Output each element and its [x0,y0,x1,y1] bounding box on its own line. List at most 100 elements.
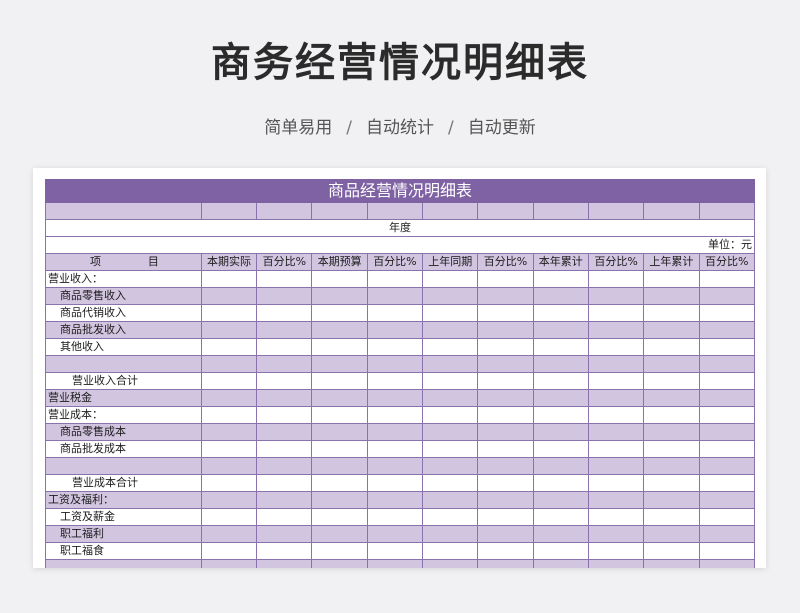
table-cell[interactable] [643,542,700,560]
table-cell[interactable] [587,457,645,475]
table-cell[interactable] [477,491,534,509]
table-cell[interactable] [256,474,313,492]
table-cell[interactable] [477,457,534,475]
table-cell[interactable] [422,270,479,288]
table-cell[interactable] [587,338,645,356]
table-cell[interactable] [366,457,424,475]
table-cell[interactable] [532,406,589,424]
table-cell[interactable] [587,202,645,220]
table-cell[interactable] [532,457,589,475]
table-cell[interactable] [698,457,756,475]
table-cell[interactable] [200,559,258,568]
table-cell[interactable] [422,491,479,509]
table-cell[interactable] [643,202,700,220]
table-cell[interactable] [366,321,424,339]
table-cell[interactable] [256,491,313,509]
table-cell[interactable] [200,406,258,424]
table-cell[interactable] [311,525,368,543]
table-cell[interactable] [587,304,645,322]
table-cell[interactable] [698,440,756,458]
table-cell[interactable] [311,440,368,458]
table-cell[interactable] [200,525,258,543]
table-cell[interactable] [698,559,756,568]
table-cell[interactable] [587,474,645,492]
table-cell[interactable] [587,440,645,458]
table-cell[interactable] [200,389,258,407]
table-cell[interactable] [422,372,479,390]
table-cell[interactable] [477,542,534,560]
table-cell[interactable] [256,457,313,475]
table-cell[interactable] [477,270,534,288]
table-cell[interactable] [311,457,368,475]
table-cell[interactable] [587,270,645,288]
table-cell[interactable] [311,321,368,339]
table-cell[interactable] [200,491,258,509]
table-cell[interactable] [532,508,589,526]
table-cell[interactable] [643,287,700,305]
table-cell[interactable] [587,321,645,339]
table-cell[interactable] [256,559,313,568]
table-cell[interactable] [200,372,258,390]
table-cell[interactable] [256,440,313,458]
table-cell[interactable] [366,559,424,568]
table-cell[interactable] [256,542,313,560]
table-cell[interactable] [698,202,756,220]
table-cell[interactable] [256,508,313,526]
table-cell[interactable] [200,338,258,356]
table-cell[interactable] [477,440,534,458]
table-cell[interactable] [698,508,756,526]
table-cell[interactable] [643,304,700,322]
table-cell[interactable] [532,287,589,305]
table-cell[interactable] [200,355,258,373]
table-cell[interactable] [698,406,756,424]
table-cell[interactable] [422,338,479,356]
table-cell[interactable] [366,406,424,424]
table-cell[interactable] [422,508,479,526]
table-cell[interactable] [587,508,645,526]
table-cell[interactable] [200,202,258,220]
table-cell[interactable] [587,355,645,373]
table-cell[interactable] [422,202,479,220]
table-cell[interactable] [311,491,368,509]
table-cell[interactable] [532,389,589,407]
table-cell[interactable] [311,542,368,560]
table-cell[interactable] [311,372,368,390]
table-cell[interactable] [532,559,589,568]
table-cell[interactable] [532,474,589,492]
table-cell[interactable] [256,372,313,390]
table-cell[interactable] [643,457,700,475]
table-cell[interactable] [587,491,645,509]
table-cell[interactable] [698,338,756,356]
table-cell[interactable] [200,508,258,526]
table-cell[interactable] [477,338,534,356]
table-cell[interactable] [587,406,645,424]
table-cell[interactable] [698,389,756,407]
table-cell[interactable] [698,542,756,560]
table-cell[interactable] [532,202,589,220]
table-cell[interactable] [532,338,589,356]
table-cell[interactable] [311,338,368,356]
table-cell[interactable] [366,270,424,288]
table-cell[interactable] [477,406,534,424]
table-cell[interactable] [477,287,534,305]
table-cell[interactable] [366,389,424,407]
table-cell[interactable] [422,406,479,424]
table-cell[interactable] [311,202,368,220]
table-cell[interactable] [311,355,368,373]
table-cell[interactable] [643,389,700,407]
table-cell[interactable] [366,287,424,305]
table-cell[interactable] [532,304,589,322]
table-cell[interactable] [532,525,589,543]
table-cell[interactable] [643,355,700,373]
table-cell[interactable] [256,389,313,407]
table-cell[interactable] [587,525,645,543]
table-cell[interactable] [366,474,424,492]
table-cell[interactable] [311,508,368,526]
table-cell[interactable] [532,372,589,390]
table-cell[interactable] [366,525,424,543]
table-cell[interactable] [366,338,424,356]
table-cell[interactable] [698,474,756,492]
table-cell[interactable] [698,270,756,288]
table-cell[interactable] [587,372,645,390]
table-cell[interactable] [477,321,534,339]
